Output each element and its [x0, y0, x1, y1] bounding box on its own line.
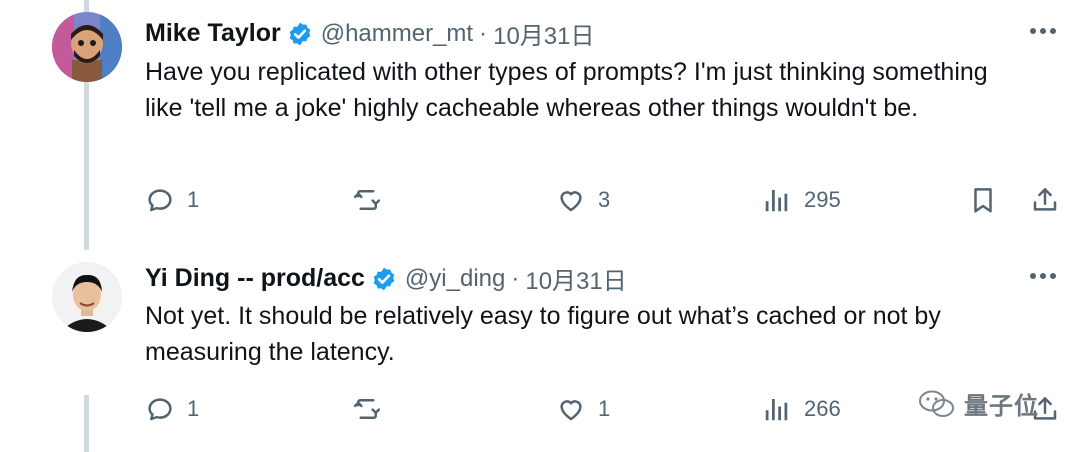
retweet-button[interactable]	[352, 185, 382, 215]
reply-icon	[148, 189, 172, 212]
views-button[interactable]: 266	[762, 394, 841, 424]
wechat-icon	[919, 390, 954, 417]
more-options-icon[interactable]	[1030, 273, 1056, 279]
avatar[interactable]	[52, 262, 122, 332]
bookmark-button[interactable]	[968, 185, 998, 215]
retweet-button[interactable]	[352, 394, 382, 424]
tweet-text: Not yet. It should be relatively easy to…	[145, 302, 941, 366]
like-button[interactable]: 3	[556, 185, 610, 215]
watermark-text: 量子位	[964, 393, 1039, 420]
like-button[interactable]: 1	[556, 394, 610, 424]
like-count: 1	[598, 396, 611, 421]
reply-count: 1	[187, 187, 200, 212]
watermark: 量子位	[918, 386, 1039, 421]
author-name[interactable]: Yi Ding -- prod/acc	[145, 264, 365, 293]
author-name[interactable]: Mike Taylor	[145, 19, 281, 48]
tweet-date[interactable]: 10月31日	[525, 261, 626, 296]
views-button[interactable]: 295	[762, 185, 841, 215]
author-handle[interactable]: @yi_ding	[405, 265, 505, 293]
retweet-icon	[353, 399, 381, 419]
verified-badge-icon	[373, 267, 395, 290]
bar-chart-icon	[765, 399, 788, 421]
retweet-icon	[353, 190, 381, 210]
thread-line	[84, 395, 89, 452]
reply-button[interactable]: 1	[145, 394, 199, 424]
share-icon	[1033, 188, 1057, 211]
more-options-icon[interactable]	[1030, 28, 1056, 34]
avatar[interactable]	[52, 12, 122, 82]
verified-badge-icon	[289, 22, 310, 45]
reply-button[interactable]: 1	[145, 185, 199, 215]
like-count: 3	[598, 187, 611, 212]
view-count: 266	[804, 396, 841, 421]
reply-count: 1	[187, 396, 200, 421]
bookmark-icon	[974, 188, 992, 213]
bar-chart-icon	[765, 190, 788, 212]
tweet-text: Have you replicated with other types of …	[145, 58, 988, 122]
tweet-date[interactable]: 10月31日	[493, 16, 594, 51]
share-button[interactable]	[1030, 185, 1060, 215]
reply-icon	[148, 398, 172, 421]
view-count: 295	[804, 187, 841, 212]
heart-icon	[560, 191, 582, 212]
separator: ·	[479, 19, 488, 47]
separator: ·	[511, 264, 520, 292]
heart-icon	[560, 400, 582, 421]
author-handle[interactable]: @hammer_mt	[321, 20, 473, 48]
